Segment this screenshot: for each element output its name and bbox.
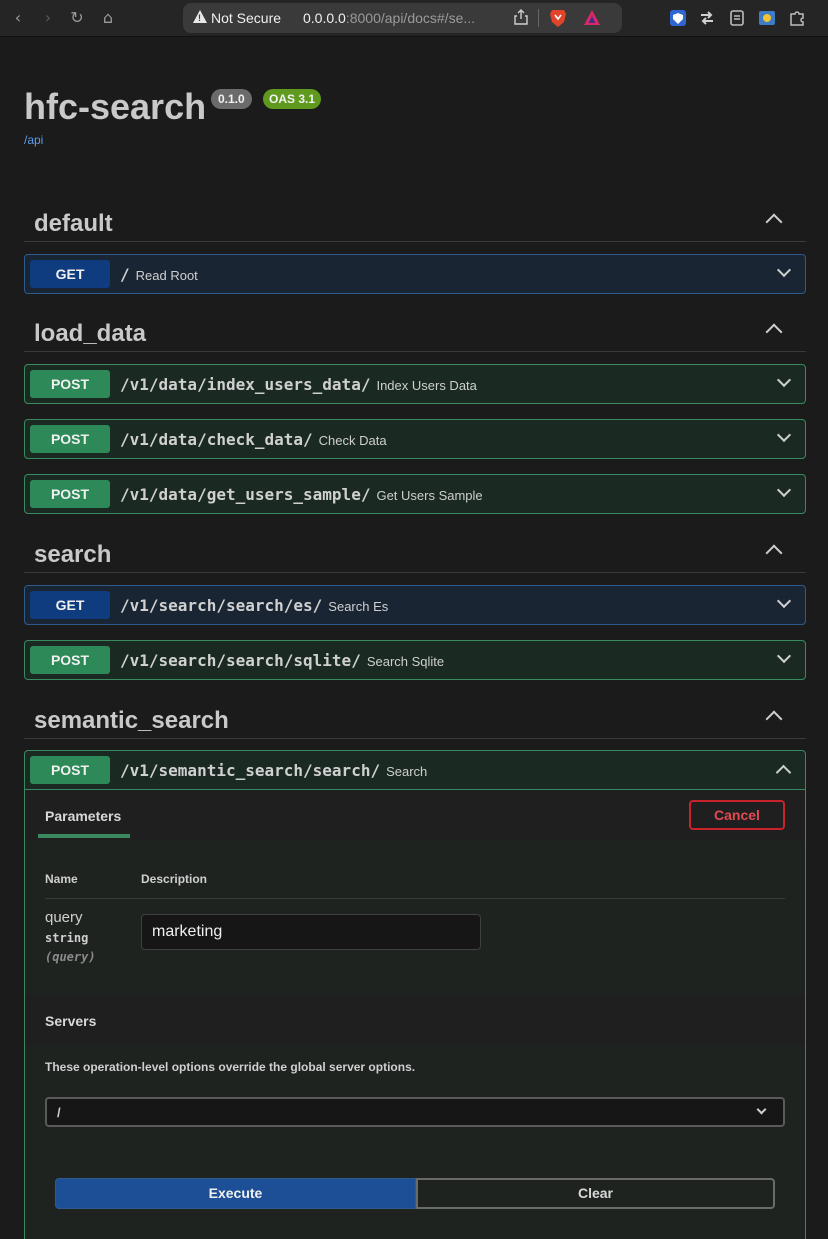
server-select[interactable]: /: [45, 1097, 785, 1127]
extension-image-icon[interactable]: [757, 8, 777, 28]
browser-toolbar: ‹ › ↻ ⌂ ! Not Secure 0.0.0.0:8000/api/do…: [0, 0, 828, 37]
extension-reader-icon[interactable]: [727, 8, 747, 28]
extensions-puzzle-icon[interactable]: [787, 8, 807, 28]
operation-path: /v1/search/search/es/: [120, 596, 323, 615]
operation-summary: Get Users Sample: [376, 488, 483, 503]
column-header-name: Name: [45, 872, 78, 886]
address-bar[interactable]: ! Not Secure 0.0.0.0:8000/api/docs#/se..…: [183, 3, 622, 33]
chevron-down-icon: [776, 427, 792, 443]
reload-icon[interactable]: ↻: [67, 8, 87, 28]
extension-sync-icon[interactable]: [697, 8, 717, 28]
operation-details: Parameters Cancel Name Description query…: [24, 790, 806, 1239]
chevron-up-icon: [765, 544, 783, 562]
servers-note: These operation-level options override t…: [45, 1060, 416, 1074]
chevron-down-icon: [776, 482, 792, 498]
clear-button[interactable]: Clear: [416, 1178, 775, 1209]
chevron-down-icon: [756, 1104, 767, 1115]
operation-path: /v1/data/get_users_sample/: [120, 485, 371, 504]
divider: [45, 898, 785, 899]
operation-path: /v1/data/check_data/: [120, 430, 313, 449]
operation-summary: Check Data: [318, 433, 387, 448]
chevron-up-icon: [765, 213, 783, 231]
share-icon[interactable]: [514, 9, 528, 25]
warning-icon: !: [193, 10, 207, 23]
chevron-down-icon: [776, 648, 792, 664]
url-text[interactable]: 0.0.0.0:8000/api/docs#/se...: [303, 10, 475, 26]
operation-post-get-users-sample[interactable]: POST /v1/data/get_users_sample/Get Users…: [24, 474, 806, 514]
forward-icon[interactable]: ›: [38, 8, 58, 28]
oas-badge: OAS 3.1: [263, 89, 322, 109]
url-divider: [538, 9, 539, 27]
parameters-header: Parameters Cancel: [25, 790, 805, 841]
operation-post-index-users-data[interactable]: POST /v1/data/index_users_data/Index Use…: [24, 364, 806, 404]
method-badge: POST: [30, 646, 110, 674]
execute-button[interactable]: Execute: [55, 1178, 416, 1209]
operation-summary: Read Root: [135, 268, 198, 283]
chevron-up-icon: [765, 323, 783, 341]
cancel-button[interactable]: Cancel: [689, 800, 785, 830]
url-path: :8000/api/docs#/se...: [345, 10, 476, 26]
tag-name: search: [34, 541, 112, 568]
query-input[interactable]: [141, 914, 481, 950]
column-header-description: Description: [141, 872, 208, 886]
operation-post-check-data[interactable]: POST /v1/data/check_data/Check Data: [24, 419, 806, 459]
operation-get-search-es[interactable]: GET /v1/search/search/es/Search Es: [24, 585, 806, 625]
tab-parameters[interactable]: Parameters: [45, 808, 121, 824]
operation-path: /: [120, 265, 130, 284]
version-badge: 0.1.0: [211, 89, 252, 109]
tag-default[interactable]: default: [24, 202, 806, 242]
operation-post-search-sqlite[interactable]: POST /v1/search/search/sqlite/Search Sql…: [24, 640, 806, 680]
chevron-down-icon: [776, 372, 792, 388]
param-type: string: [45, 931, 89, 945]
tag-search[interactable]: search: [24, 533, 806, 573]
tag-load-data[interactable]: load_data: [24, 312, 806, 352]
tag-name: load_data: [34, 320, 147, 347]
operation-summary: Search Es: [328, 599, 389, 614]
page-title: hfc-search: [24, 86, 207, 127]
url-host: 0.0.0.0: [303, 10, 346, 26]
param-name: query: [45, 909, 83, 926]
method-badge: GET: [30, 591, 110, 619]
security-label: Not Secure: [211, 10, 282, 26]
operation-path: /v1/search/search/sqlite/: [120, 651, 361, 670]
chevron-down-icon: [776, 593, 792, 609]
chevron-down-icon: [776, 262, 792, 278]
operation-post-semantic-search[interactable]: POST /v1/semantic_search/search/Search: [24, 750, 806, 790]
method-badge: POST: [30, 480, 110, 508]
extension-shield-icon[interactable]: [668, 8, 688, 28]
method-badge: POST: [30, 756, 110, 784]
servers-header: Servers: [25, 995, 805, 1045]
param-location: (query): [45, 950, 96, 964]
tag-name: semantic_search: [34, 707, 229, 734]
operation-path: /v1/semantic_search/search/: [120, 761, 381, 780]
brave-shields-icon[interactable]: [549, 8, 567, 28]
server-selected-value: /: [57, 1105, 61, 1120]
chevron-up-icon: [775, 764, 792, 781]
home-icon[interactable]: ⌂: [98, 8, 118, 28]
operation-summary: Index Users Data: [376, 378, 477, 393]
operation-path: /v1/data/index_users_data/: [120, 375, 371, 394]
brave-rewards-icon[interactable]: [583, 9, 601, 27]
tag-name: default: [34, 210, 113, 237]
back-icon[interactable]: ‹: [8, 8, 28, 28]
tab-underline: [38, 834, 130, 838]
servers-title: Servers: [45, 1013, 97, 1029]
tag-semantic-search[interactable]: semantic_search: [24, 699, 806, 739]
method-badge: GET: [30, 260, 110, 288]
operation-summary: Search: [386, 764, 428, 779]
chevron-up-icon: [765, 710, 783, 728]
operation-get-root[interactable]: GET / Read Root: [24, 254, 806, 294]
method-badge: POST: [30, 370, 110, 398]
operation-summary: Search Sqlite: [366, 654, 445, 669]
method-badge: POST: [30, 425, 110, 453]
base-url-link[interactable]: /api: [24, 133, 43, 147]
